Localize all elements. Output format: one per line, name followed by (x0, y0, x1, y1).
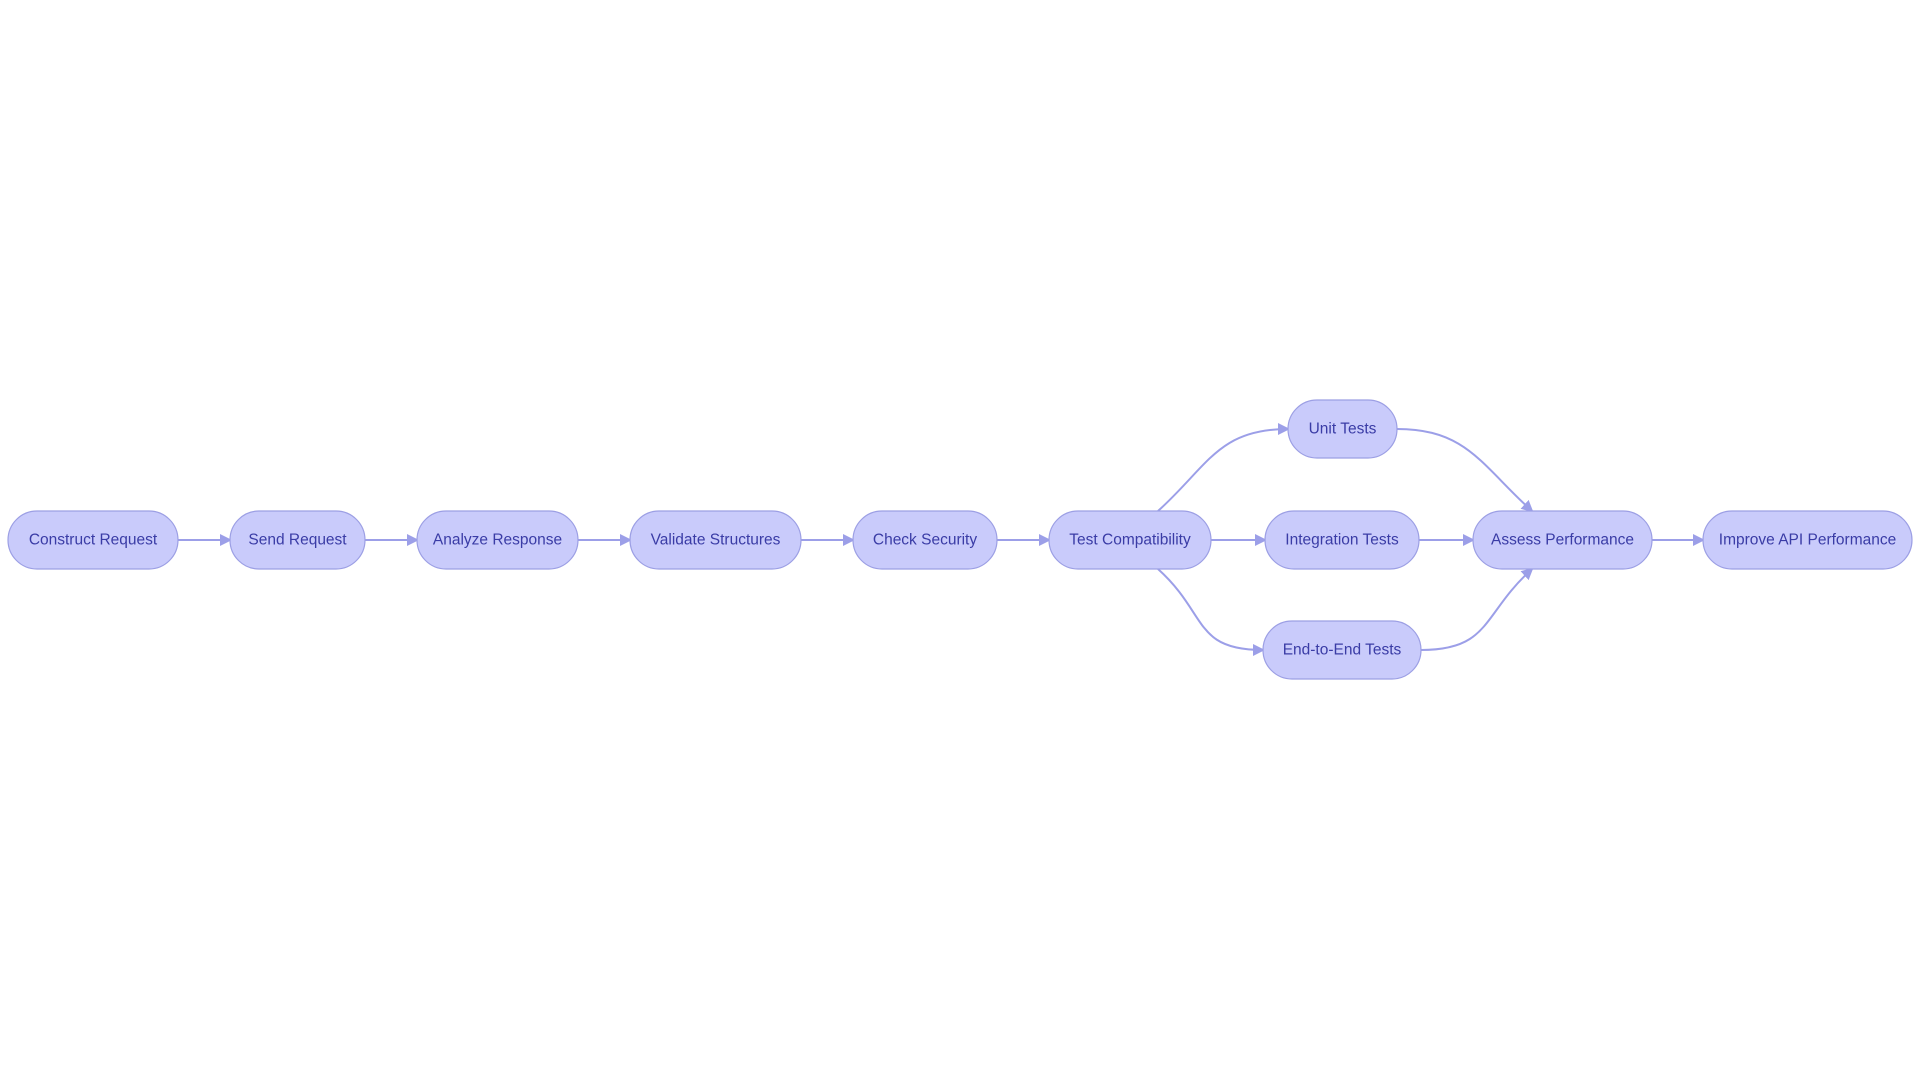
node-construct: Construct Request (7, 510, 179, 570)
nodes-layer: Construct Request Send Request Analyze Res… (7, 399, 1913, 680)
node-assess: Assess Performance (1472, 510, 1653, 570)
node-validate: Validate Structures (629, 510, 802, 570)
node-compat: Test Compatibility (1048, 510, 1212, 570)
node-e2e: End-to-End Tests (1262, 620, 1422, 680)
node-label: Construct Request (29, 532, 158, 549)
node-label: Check Security (873, 532, 977, 549)
node-security: Check Security (852, 510, 998, 570)
node-label: Unit Tests (1309, 421, 1377, 438)
node-label: End-to-End Tests (1283, 642, 1402, 659)
node-label: Assess Performance (1491, 532, 1634, 549)
node-label: Integration Tests (1285, 532, 1399, 549)
node-analyze: Analyze Response (416, 510, 579, 570)
flowchart-diagram: Construct Request Send Request Analyze Res… (7, 399, 1913, 680)
node-label: Validate Structures (651, 532, 781, 549)
node-integration: Integration Tests (1264, 510, 1420, 570)
node-label: Send Request (248, 532, 347, 549)
edge-compat-to-unit (1157, 423, 1290, 512)
node-improve: Improve API Performance (1702, 510, 1913, 570)
node-label: Analyze Response (433, 532, 562, 549)
node-label: Test Compatibility (1069, 532, 1191, 549)
node-unit: Unit Tests (1287, 399, 1398, 459)
edge-compat-to-e2e (1157, 568, 1265, 656)
edge-e2e-to-assess (1420, 567, 1534, 651)
edge-unit-to-assess (1396, 428, 1534, 513)
node-send: Send Request (229, 510, 366, 570)
node-label: Improve API Performance (1719, 532, 1896, 549)
